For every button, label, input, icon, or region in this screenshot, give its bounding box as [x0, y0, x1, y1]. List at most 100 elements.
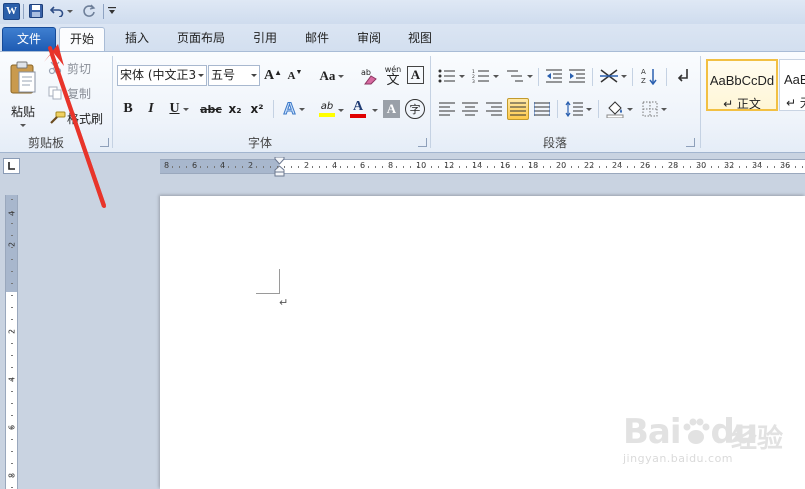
sort-icon: A Z	[641, 68, 657, 85]
word-app-icon[interactable]: W	[3, 3, 20, 20]
tab-home[interactable]: 开始	[59, 27, 105, 51]
superscript-button[interactable]: x²	[248, 99, 266, 119]
tab-file[interactable]: 文件	[2, 27, 56, 51]
show-marks-button[interactable]	[672, 65, 694, 87]
ruler-tick	[711, 166, 712, 168]
tab-view[interactable]: 视图	[397, 27, 443, 51]
underline-button[interactable]: U	[165, 99, 193, 119]
shading-button[interactable]	[604, 98, 634, 120]
ruler-tick	[599, 166, 600, 168]
tab-references[interactable]: 引用	[242, 27, 288, 51]
distributed-button[interactable]	[532, 99, 552, 119]
align-center-button[interactable]	[460, 99, 480, 119]
redo-icon	[83, 4, 96, 17]
borders-button[interactable]	[639, 98, 669, 120]
tab-stop-selector[interactable]	[3, 158, 20, 174]
paste-button[interactable]: 粘贴	[4, 56, 42, 132]
highlight-dropdown-icon[interactable]	[338, 109, 344, 112]
ruler-tick	[473, 166, 474, 168]
ruler-tick	[11, 487, 13, 488]
text-effect-button[interactable]: A	[280, 98, 308, 120]
numbering-icon: 123	[472, 69, 489, 83]
ruler-tick	[11, 379, 13, 380]
ruler-tick	[655, 166, 656, 168]
customize-qat-button[interactable]	[106, 2, 118, 20]
style-no-spacing[interactable]: AaBb ↵ 无	[779, 59, 805, 111]
crop-mark	[279, 269, 280, 293]
title-bar: W	[0, 0, 805, 24]
font-launcher-icon[interactable]	[418, 138, 427, 147]
save-icon	[29, 4, 43, 18]
font-name-dropdown-icon[interactable]	[198, 74, 204, 77]
grow-font-button[interactable]: A ▲	[264, 67, 282, 85]
qat-separator	[23, 4, 24, 19]
baidu-watermark: Bai du 经验 jingyan.baidu.com	[613, 398, 803, 473]
align-left-button[interactable]	[437, 99, 457, 119]
ruler-tick	[11, 271, 13, 272]
ruler-tick	[11, 415, 13, 416]
scissors-icon	[48, 61, 62, 75]
format-painter-button[interactable]: 格式刷	[48, 108, 103, 128]
ruler-tick	[179, 166, 180, 168]
undo-button[interactable]	[49, 2, 73, 20]
enclose-char-button[interactable]: 字	[405, 99, 425, 119]
ruler-tick	[669, 166, 670, 168]
multilevel-list-button[interactable]	[504, 66, 534, 86]
sort-button[interactable]: A Z	[638, 65, 660, 87]
decrease-indent-button[interactable]	[544, 66, 564, 86]
char-border-button[interactable]: A	[407, 66, 424, 84]
align-right-button[interactable]	[484, 99, 504, 119]
tab-mailings[interactable]: 邮件	[294, 27, 340, 51]
copy-button[interactable]: 复制	[48, 83, 91, 103]
chinese-layout-button[interactable]	[598, 66, 628, 86]
numbering-button[interactable]: 123	[470, 66, 500, 86]
justify-button[interactable]	[507, 98, 529, 120]
clipboard-launcher-icon[interactable]	[100, 138, 109, 147]
style-normal[interactable]: AaBbCcDd ↵ 正文	[706, 59, 778, 111]
save-button[interactable]	[27, 2, 45, 20]
font-color-dropdown-icon[interactable]	[372, 109, 378, 112]
ruler-tick	[508, 166, 509, 168]
ribbon-home: 粘贴 剪切 复制 格式刷 剪贴板 宋体 (中文正3 五号 A ▲ A ▼ Aa …	[0, 51, 805, 153]
tab-stop-icon	[8, 162, 15, 170]
ruler-tick	[676, 166, 677, 168]
clear-format-button[interactable]: ab	[358, 65, 380, 87]
font-color-icon: A	[352, 99, 364, 114]
decrease-indent-icon	[546, 69, 562, 83]
ruler-tick	[767, 166, 768, 168]
change-case-button[interactable]: Aa	[318, 67, 346, 85]
increase-indent-button[interactable]	[567, 66, 587, 86]
subscript-button[interactable]: x₂	[226, 99, 244, 119]
font-size-combo[interactable]: 五号	[208, 65, 260, 86]
ruler-tick	[207, 166, 208, 168]
italic-button[interactable]: I	[142, 99, 160, 119]
font-name-combo[interactable]: 宋体 (中文正3	[117, 65, 207, 86]
paragraph-launcher-icon[interactable]	[686, 138, 695, 147]
undo-dropdown-icon[interactable]	[66, 9, 73, 13]
ruler-tick	[564, 166, 565, 168]
char-shading-button[interactable]: A	[383, 100, 400, 118]
ruler-tick	[753, 166, 754, 168]
tab-review[interactable]: 审阅	[346, 27, 392, 51]
strikethrough-button[interactable]: abc	[200, 99, 222, 119]
font-size-dropdown-icon[interactable]	[251, 74, 257, 77]
horizontal-ruler[interactable]: 8 6 4 2 2 4 6 8 10 12 14 16 18 20 22 24 26 28 30 32 34 36	[160, 157, 805, 177]
ruler-tick	[641, 166, 642, 168]
ruler-tick	[319, 166, 320, 168]
ruler-tick	[221, 166, 222, 168]
shrink-font-button[interactable]: A ▼	[286, 67, 304, 85]
vertical-ruler[interactable]: 422468	[5, 195, 18, 489]
copy-icon	[48, 86, 62, 100]
redo-button[interactable]	[80, 2, 98, 20]
bold-button[interactable]: B	[119, 99, 137, 119]
tab-page-layout[interactable]: 页面布局	[167, 27, 235, 51]
bullets-button[interactable]	[436, 66, 466, 86]
para-inner-separator	[538, 68, 539, 86]
tab-insert[interactable]: 插入	[114, 27, 160, 51]
ruler-tick	[11, 451, 13, 452]
phonetic-guide-button[interactable]: wén 文	[383, 64, 403, 88]
paste-dropdown-icon[interactable]	[20, 124, 26, 127]
line-spacing-button[interactable]	[563, 99, 593, 119]
font-color-button[interactable]: A	[347, 98, 369, 120]
cut-button[interactable]: 剪切	[48, 58, 91, 78]
